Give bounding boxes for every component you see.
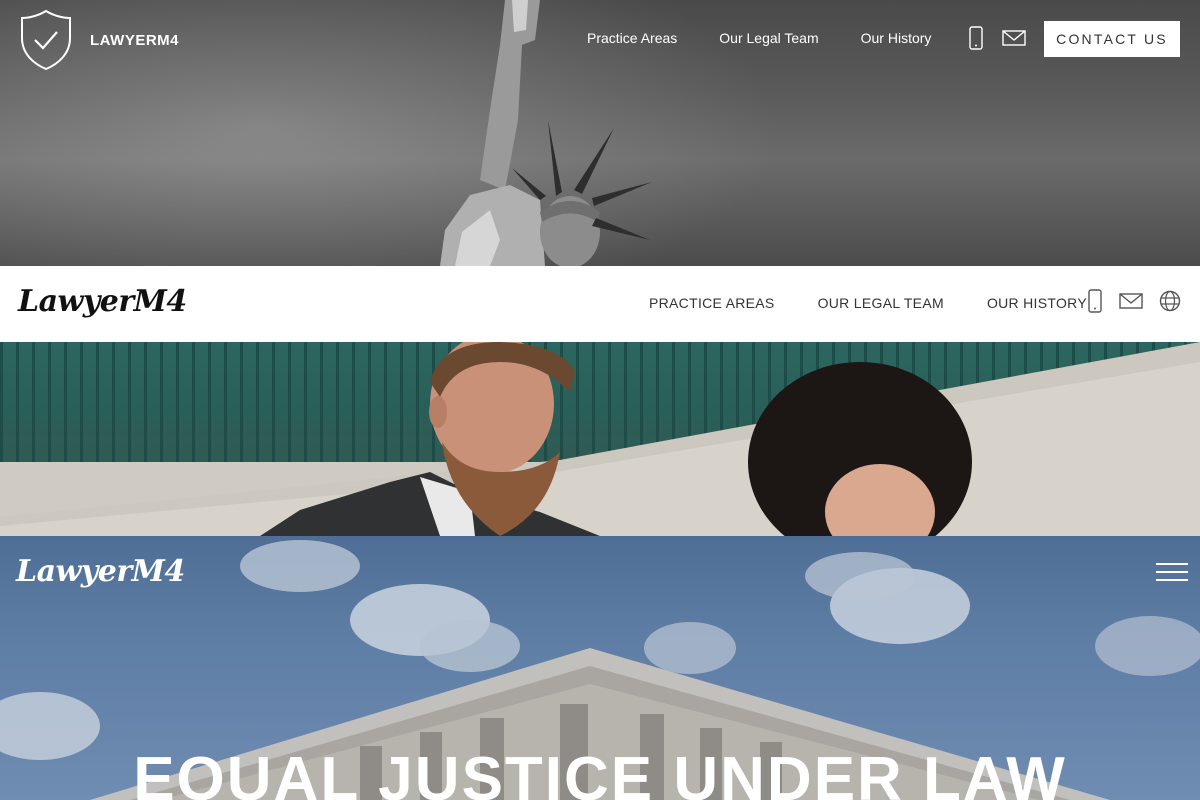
primary-nav-light: PRACTICE AREAS OUR LEGAL TEAM OUR HISTOR… [649, 295, 1130, 311]
nav-our-legal-team[interactable]: Our Legal Team [719, 30, 818, 46]
hamburger-menu-icon[interactable] [1156, 563, 1188, 585]
team-photo-image [0, 342, 1200, 536]
mail-icon[interactable] [1119, 293, 1143, 309]
header-dark-section: LAWYERM4 Practice Areas Our Legal Team O… [0, 0, 1200, 266]
nav-our-history-light[interactable]: OUR HISTORY [987, 295, 1087, 311]
brand-name: LAWYERM4 [90, 31, 180, 49]
shield-check-icon [21, 9, 71, 71]
mail-icon[interactable] [1002, 30, 1026, 46]
brand-logo-dark[interactable]: LAWYERM4 [18, 8, 179, 72]
team-photo-section [0, 342, 1200, 536]
header-light-section: LawyerM4 PRACTICE AREAS OUR LEGAL TEAM O… [0, 266, 1200, 342]
contact-icons-light [1087, 289, 1181, 313]
phone-icon[interactable] [1087, 289, 1103, 313]
brand-logo-hero[interactable]: LawyerM4 [16, 554, 185, 589]
nav-practice-areas[interactable]: Practice Areas [587, 30, 677, 46]
brand-logo-light[interactable]: LawyerM4 [18, 284, 187, 319]
contact-us-button[interactable]: CONTACT US [1044, 21, 1180, 57]
primary-nav-dark: Practice Areas Our Legal Team Our Histor… [587, 30, 973, 46]
nav-our-legal-team-light[interactable]: OUR LEGAL TEAM [818, 295, 944, 311]
contact-icons-dark [968, 26, 1026, 50]
globe-icon[interactable] [1159, 290, 1181, 312]
phone-icon[interactable] [968, 26, 984, 50]
nav-practice-areas-light[interactable]: PRACTICE AREAS [649, 295, 775, 311]
hero-section: LawyerM4 EQUAL JUSTICE UNDER LAW [0, 536, 1200, 800]
nav-our-history[interactable]: Our History [861, 30, 932, 46]
hero-headline: EQUAL JUSTICE UNDER LAW [133, 745, 1067, 800]
